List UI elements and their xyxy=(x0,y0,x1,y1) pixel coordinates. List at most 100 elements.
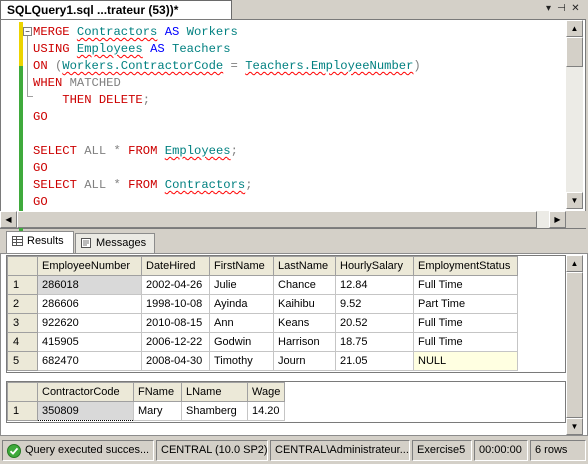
code-line-4: WHEN MATCHED xyxy=(33,76,121,90)
status-server: CENTRAL (10.0 SP2) xyxy=(156,440,268,461)
table-cell[interactable]: 9.52 xyxy=(335,294,414,314)
code-line-6: GO xyxy=(33,110,48,124)
table-cell[interactable]: 286018 xyxy=(37,275,142,295)
table-cell[interactable]: 350809 xyxy=(37,401,134,421)
results-scroll-up-button[interactable]: ▲ xyxy=(566,255,583,272)
code-line-2: USING Employees AS Teachers xyxy=(33,42,231,56)
table-cell[interactable]: Full Time xyxy=(413,313,518,333)
table-cell[interactable]: 21.05 xyxy=(335,351,414,371)
table-cell[interactable]: 682470 xyxy=(37,351,142,371)
table-cell[interactable]: Mary xyxy=(133,401,182,421)
results-scroll-down-button[interactable]: ▼ xyxy=(566,418,583,435)
table-cell[interactable]: 2010-08-15 xyxy=(141,313,210,333)
query-document-tab[interactable]: SQLQuery1.sql ...trateur (53))* xyxy=(0,0,232,19)
table-cell[interactable]: 20.52 xyxy=(335,313,414,333)
query-document-title: SQLQuery1.sql ...trateur (53))* xyxy=(7,3,179,17)
table-header-row: EmployeeNumber DateHired FirstName LastN… xyxy=(7,256,518,276)
horizontal-scroll-thumb[interactable] xyxy=(17,211,537,228)
code-line-5: THEN DELETE; xyxy=(62,93,151,107)
column-header[interactable]: HourlySalary xyxy=(335,256,414,276)
results-scroll-thumb[interactable] xyxy=(566,272,583,418)
table-cell[interactable]: Keans xyxy=(273,313,336,333)
scroll-up-button[interactable]: ▲ xyxy=(566,20,583,37)
column-header[interactable]: FirstName xyxy=(209,256,274,276)
employees-table: EmployeeNumber DateHired FirstName LastN… xyxy=(7,256,518,371)
column-header[interactable]: EmploymentStatus xyxy=(413,256,518,276)
tab-messages[interactable]: Messages xyxy=(75,233,155,253)
editor-vertical-scrollbar[interactable]: ▲ ▼ xyxy=(566,20,583,209)
scroll-left-button[interactable]: ◀ xyxy=(0,211,17,228)
row-number[interactable]: 4 xyxy=(7,332,38,352)
sql-code[interactable]: MERGE Contractors AS Workers USING Emplo… xyxy=(33,24,421,211)
row-number-header[interactable] xyxy=(7,256,38,276)
status-message: Query executed succes... xyxy=(2,440,154,461)
messages-icon xyxy=(81,238,91,248)
row-number[interactable]: 3 xyxy=(7,313,38,333)
table-cell[interactable]: 2006-12-22 xyxy=(141,332,210,352)
table-row[interactable]: 1 350809 Mary Shamberg 14.20 xyxy=(7,401,286,421)
code-line-3: ON (Workers.ContractorCode = Teachers.Em… xyxy=(33,59,421,73)
table-cell[interactable]: Journ xyxy=(273,351,336,371)
tab-messages-label: Messages xyxy=(96,237,147,249)
grid-icon xyxy=(12,236,23,246)
column-header[interactable]: LName xyxy=(181,382,248,402)
row-number[interactable]: 5 xyxy=(7,351,38,371)
table-cell[interactable]: 14.20 xyxy=(246,401,286,421)
scroll-corner xyxy=(566,211,586,228)
status-user: CENTRAL\Administrateur... xyxy=(270,440,410,461)
table-cell[interactable]: Chance xyxy=(273,275,336,295)
table-cell[interactable]: 2002-04-26 xyxy=(141,275,210,295)
contractors-result-grid[interactable]: ContractorCode FName LName Wage 1 350809… xyxy=(6,381,566,423)
table-cell[interactable]: Ayinda xyxy=(209,294,274,314)
table-cell[interactable]: Full Time xyxy=(413,332,518,352)
table-cell[interactable]: 286606 xyxy=(37,294,142,314)
table-cell[interactable]: Harrison xyxy=(273,332,336,352)
table-cell[interactable]: Shamberg xyxy=(181,401,248,421)
scroll-right-button[interactable]: ▶ xyxy=(549,211,566,228)
row-number-header[interactable] xyxy=(7,382,38,402)
column-header[interactable]: FName xyxy=(133,382,182,402)
employees-result-grid[interactable]: EmployeeNumber DateHired FirstName LastN… xyxy=(6,255,566,373)
editor-horizontal-scrollbar[interactable]: ◀ ▶ xyxy=(0,211,566,228)
table-cell[interactable]: 2008-04-30 xyxy=(141,351,210,371)
column-header[interactable]: Wage xyxy=(246,382,286,402)
close-icon[interactable]: ✕ xyxy=(570,3,581,14)
table-cell[interactable]: 12.84 xyxy=(335,275,414,295)
table-cell[interactable]: Julie xyxy=(209,275,274,295)
scroll-thumb[interactable] xyxy=(566,37,583,67)
table-row[interactable]: 2 286606 1998-10-08 Ayinda Kaihibu 9.52 … xyxy=(7,294,518,314)
table-cell[interactable]: Full Time xyxy=(413,275,518,295)
table-cell[interactable]: Part Time xyxy=(413,294,518,314)
column-header[interactable]: DateHired xyxy=(141,256,210,276)
table-cell[interactable]: 18.75 xyxy=(335,332,414,352)
tab-results[interactable]: Results xyxy=(6,231,74,254)
table-cell[interactable]: 922620 xyxy=(37,313,142,333)
row-number[interactable]: 2 xyxy=(7,294,38,314)
scroll-down-button[interactable]: ▼ xyxy=(566,192,583,209)
table-header-row: ContractorCode FName LName Wage xyxy=(7,382,286,402)
table-cell[interactable]: Kaihibu xyxy=(273,294,336,314)
results-vertical-scrollbar[interactable]: ▲ ▼ xyxy=(566,255,583,435)
code-line-1: MERGE Contractors AS Workers xyxy=(33,25,238,39)
dropdown-arrow-icon[interactable]: ▾ xyxy=(543,3,554,14)
table-cell[interactable]: Ann xyxy=(209,313,274,333)
collapse-region-icon[interactable]: − xyxy=(23,27,32,36)
pin-icon[interactable]: ⊣ xyxy=(556,3,567,14)
fold-guide-line xyxy=(27,36,28,96)
table-cell[interactable]: NULL xyxy=(413,351,518,371)
table-row[interactable]: 1 286018 2002-04-26 Julie Chance 12.84 F… xyxy=(7,275,518,295)
table-cell[interactable]: 415905 xyxy=(37,332,142,352)
column-header[interactable]: LastName xyxy=(273,256,336,276)
table-cell[interactable]: Timothy xyxy=(209,351,274,371)
table-row[interactable]: 5 682470 2008-04-30 Timothy Journ 21.05 … xyxy=(7,351,518,371)
row-number[interactable]: 1 xyxy=(7,401,38,421)
column-header[interactable]: EmployeeNumber xyxy=(37,256,142,276)
success-check-icon xyxy=(7,444,21,458)
table-cell[interactable]: Godwin xyxy=(209,332,274,352)
table-cell[interactable]: 1998-10-08 xyxy=(141,294,210,314)
table-row[interactable]: 3 922620 2010-08-15 Ann Keans 20.52 Full… xyxy=(7,313,518,333)
column-header[interactable]: ContractorCode xyxy=(37,382,134,402)
row-number[interactable]: 1 xyxy=(7,275,38,295)
table-row[interactable]: 4 415905 2006-12-22 Godwin Harrison 18.7… xyxy=(7,332,518,352)
status-database: Exercise5 xyxy=(412,440,472,461)
